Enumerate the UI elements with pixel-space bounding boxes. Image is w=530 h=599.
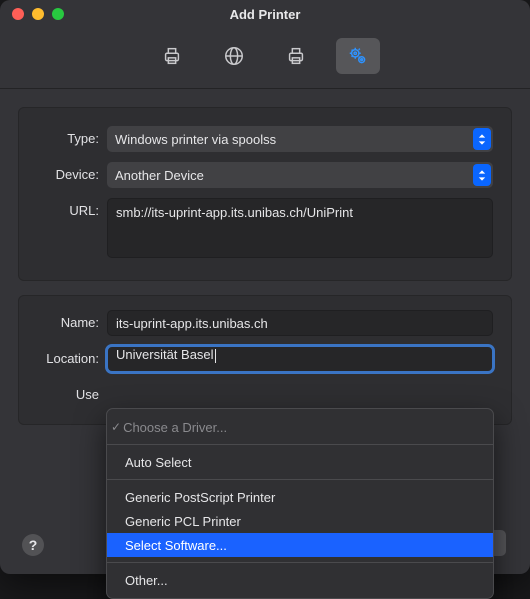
location-label: Location: (37, 346, 107, 366)
updown-icon (473, 128, 491, 150)
text-caret (215, 349, 216, 363)
separator (107, 479, 493, 480)
use-dropdown-menu: Choose a Driver... Auto Select Generic P… (106, 408, 494, 599)
location-field[interactable]: Universität Basel (107, 346, 493, 372)
help-icon: ? (29, 537, 38, 553)
globe-icon (223, 45, 245, 67)
url-label: URL: (37, 198, 107, 218)
titlebar: Add Printer (0, 0, 530, 28)
name-field[interactable] (107, 310, 493, 336)
window-controls (0, 8, 64, 20)
zoom-icon[interactable] (52, 8, 64, 20)
minimize-icon[interactable] (32, 8, 44, 20)
connection-panel: Type: Windows printer via spoolss Device… (18, 107, 512, 281)
use-label: Use (37, 382, 107, 402)
dropdown-item-generic-postscript[interactable]: Generic PostScript Printer (107, 485, 493, 509)
device-value: Another Device (115, 168, 204, 183)
close-icon[interactable] (12, 8, 24, 20)
identity-panel: Name: Location: Universität Basel Use (18, 295, 512, 425)
printer-shared-icon (285, 45, 307, 67)
separator (107, 444, 493, 445)
help-button[interactable]: ? (22, 534, 44, 556)
dropdown-item-select-software[interactable]: Select Software... (107, 533, 493, 557)
tab-ip[interactable] (212, 38, 256, 74)
tab-windows[interactable] (274, 38, 318, 74)
dropdown-item-generic-pcl[interactable]: Generic PCL Printer (107, 509, 493, 533)
updown-icon (473, 164, 491, 186)
printer-icon (161, 45, 183, 67)
dropdown-item-other[interactable]: Other... (107, 568, 493, 592)
toolbar (0, 28, 530, 89)
add-printer-window: Add Printer Type: Windows printer via sp… (0, 0, 530, 574)
dropdown-item-auto-select[interactable]: Auto Select (107, 450, 493, 474)
type-select[interactable]: Windows printer via spoolss (107, 126, 493, 152)
type-value: Windows printer via spoolss (115, 132, 276, 147)
gears-icon (347, 45, 369, 67)
separator (107, 562, 493, 563)
tab-advanced[interactable] (336, 38, 380, 74)
name-label: Name: (37, 310, 107, 330)
device-label: Device: (37, 162, 107, 182)
dropdown-header: Choose a Driver... (107, 415, 493, 439)
device-select[interactable]: Another Device (107, 162, 493, 188)
window-title: Add Printer (0, 7, 530, 22)
url-field[interactable]: smb://its-uprint-app.its.unibas.ch/UniPr… (107, 198, 493, 258)
tab-default[interactable] (150, 38, 194, 74)
type-label: Type: (37, 126, 107, 146)
